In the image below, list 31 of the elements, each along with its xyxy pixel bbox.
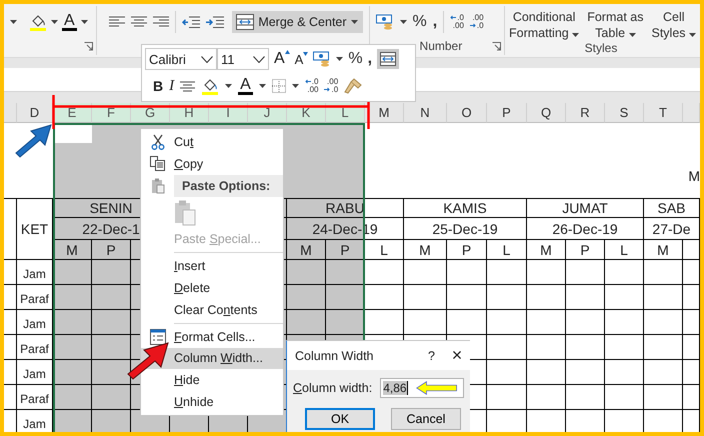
table-cell: M [404, 240, 447, 260]
table-cell: L [365, 240, 404, 260]
table-cell: Jam [17, 310, 53, 335]
table-cell: KET [17, 198, 53, 260]
table-cell: Paraf [17, 335, 53, 360]
table-cell: Jam [17, 260, 53, 285]
table-cell: P [92, 240, 131, 260]
table-cell: Paraf [17, 285, 53, 310]
group-label: Styles [584, 41, 618, 55]
table-cell: M [527, 240, 566, 260]
table-cell: P [566, 240, 605, 260]
table-cell: JUMAT [527, 198, 644, 218]
field-label: Column width: [293, 381, 372, 395]
table-cell: L [605, 240, 644, 260]
table-cell: P [447, 240, 487, 260]
table-cell: L [487, 240, 527, 260]
table-cell: 25-Dec-19 [404, 218, 527, 240]
dialog-title: Column Width [295, 348, 374, 362]
sheet-title: M [688, 168, 700, 184]
table-cell: 26-Dec-19 [527, 218, 644, 240]
group-label: Number [420, 39, 462, 54]
table-cell: KAMIS [404, 198, 527, 218]
table-cell: RABU [287, 198, 404, 218]
table-cell: M [644, 240, 683, 260]
table-cell: M [287, 240, 326, 260]
menu-section-header: Paste Options: [174, 174, 283, 197]
table-cell: SAB [644, 198, 700, 218]
table-cell: Jam [17, 360, 53, 385]
table-cell: 27-De [644, 218, 700, 240]
table-cell: Paraf [17, 385, 53, 410]
table-cell: Jam [17, 410, 53, 432]
